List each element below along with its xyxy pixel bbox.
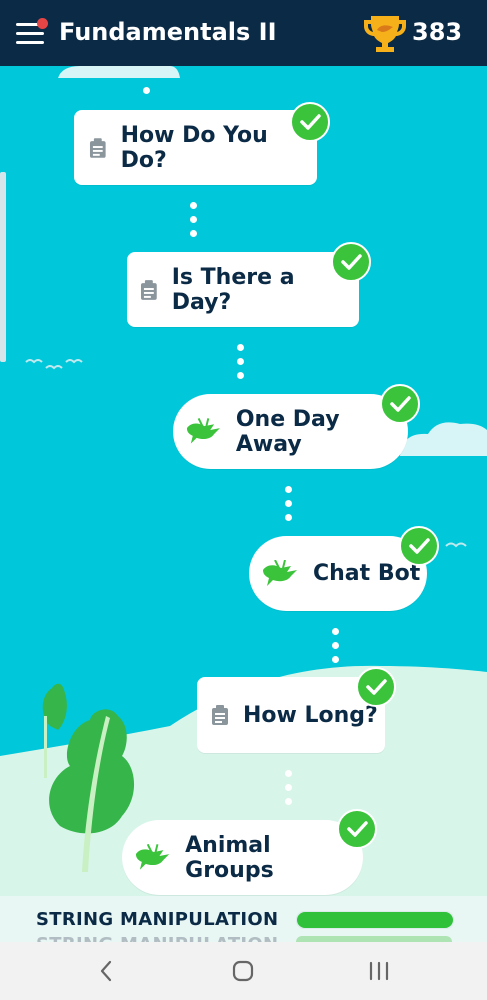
path-dot (237, 358, 244, 365)
lesson-path-scene: How Do You Do? Is There a Day? One Day A… (0, 66, 487, 896)
path-dot (237, 344, 244, 351)
path-dot (190, 216, 197, 223)
lesson-label: How Do You Do? (120, 122, 268, 173)
section-progress-strip[interactable]: STRING MANIPULATION STRING MANIPULATION (0, 896, 487, 942)
recents-icon[interactable] (366, 958, 392, 984)
completed-check-icon (356, 667, 396, 707)
path-dot (190, 230, 197, 237)
path-dot (285, 514, 292, 521)
completed-check-icon (399, 526, 439, 566)
path-dot (285, 798, 292, 805)
path-dot (143, 87, 150, 94)
back-icon[interactable] (94, 958, 120, 984)
section-progress-fill (297, 912, 453, 928)
path-dot (190, 202, 197, 209)
home-icon[interactable] (230, 958, 256, 984)
lesson-card-is-there-a-day[interactable]: Is There a Day? (127, 252, 359, 327)
trophy-icon[interactable] (362, 10, 408, 56)
section-progress-bar (296, 911, 454, 929)
path-dot (332, 642, 339, 649)
cricket-icon (263, 559, 297, 586)
lesson-card-how-do-you-do[interactable]: How Do You Do? (74, 110, 317, 185)
cricket-icon (135, 843, 170, 870)
path-dot (285, 500, 292, 507)
path-dot (285, 784, 292, 791)
path-dot (237, 372, 244, 379)
lesson-card-one-day-away[interactable]: One Day Away (173, 394, 408, 469)
lesson-label: How Long? (243, 702, 378, 728)
clipboard-icon (212, 705, 228, 725)
lesson-card-animal-groups[interactable]: Animal Groups (122, 820, 363, 895)
path-dot (332, 628, 339, 635)
top-bar: Fundamentals II 383 (0, 0, 487, 66)
course-title: Fundamentals II (59, 18, 277, 46)
clipboard-icon (89, 137, 106, 158)
scene-background (0, 66, 487, 896)
lesson-label: Is There a Day? (171, 264, 295, 315)
completed-check-icon (290, 102, 330, 142)
path-dot (285, 486, 292, 493)
system-nav-bar (0, 942, 487, 1000)
cricket-icon (186, 417, 220, 444)
next-section-label: STRING MANIPULATION (36, 934, 278, 942)
clipboard-icon (140, 279, 157, 300)
notification-dot (37, 18, 48, 29)
lesson-label: Animal Groups (185, 832, 274, 883)
completed-check-icon (337, 809, 377, 849)
section-label: STRING MANIPULATION (36, 909, 279, 930)
lesson-label: Chat Bot (313, 561, 421, 586)
score-count: 383 (412, 18, 463, 46)
completed-check-icon (380, 384, 420, 424)
completed-check-icon (331, 242, 371, 282)
path-dot (285, 770, 292, 777)
path-dot (332, 656, 339, 663)
